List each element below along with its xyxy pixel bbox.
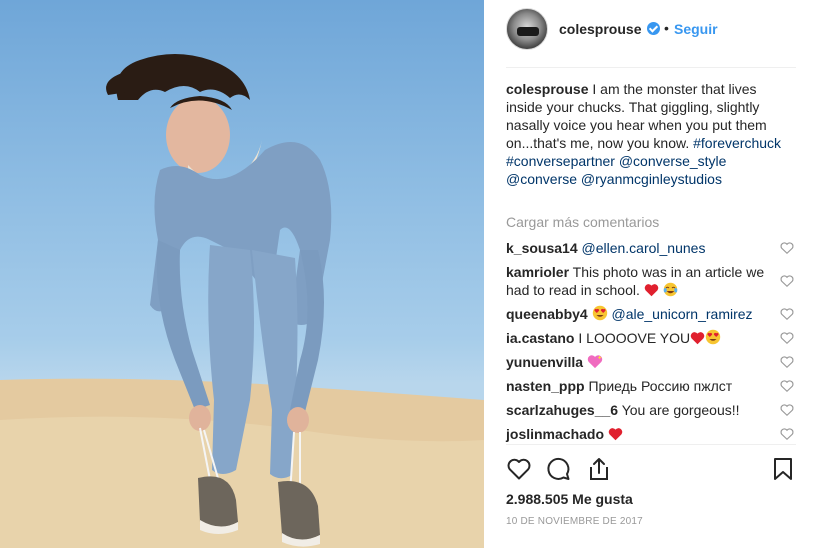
comment-item: yunuenvilla [506, 353, 768, 373]
comment-text: You are gorgeous!! [618, 402, 740, 418]
mention-link[interactable]: @ale_unicorn_ramirez [611, 306, 752, 322]
caption-username[interactable]: colesprouse [506, 81, 588, 97]
comment-like-heart-icon[interactable] [780, 307, 794, 321]
post-caption: colesprouse I am the monster that lives … [506, 80, 796, 188]
mention-link[interactable]: @ellen.carol_nunes [582, 240, 706, 256]
comment-username[interactable]: scarlzahuges__6 [506, 402, 618, 418]
share-icon[interactable] [586, 456, 612, 482]
comment-like-heart-icon[interactable] [780, 403, 794, 417]
header-username[interactable]: colesprouse [559, 21, 641, 37]
comment-text: I LOOOOVE YOU [574, 330, 691, 346]
red-heart-emoji-icon [690, 331, 705, 349]
follow-button[interactable]: Seguir [674, 21, 718, 37]
comment-username[interactable]: ia.castano [506, 330, 574, 346]
heart-eyes-emoji-icon [705, 329, 721, 349]
comment-item: k_sousa14 @ellen.carol_nunes [506, 239, 768, 257]
sparkling-heart-emoji-icon [587, 354, 603, 373]
comment-item: nasten_ppp Приедь Россию пжлст [506, 377, 768, 395]
comment-like-heart-icon[interactable] [780, 331, 794, 345]
comment-icon[interactable] [546, 456, 572, 482]
likes-count[interactable]: 2.988.505 Me gusta [506, 491, 633, 507]
comment-item: kamrioler This photo was in an article w… [506, 263, 768, 301]
actions-divider [506, 444, 796, 445]
comment-username[interactable]: joslinmachado [506, 426, 604, 442]
bookmark-icon[interactable] [770, 456, 796, 482]
comment-username[interactable]: kamrioler [506, 264, 569, 280]
hashtag-link[interactable]: #conversepartner [506, 153, 615, 169]
heart-eyes-emoji-icon [592, 305, 608, 325]
post-header: colesprouse • Seguir [484, 0, 818, 68]
header-divider [506, 67, 796, 68]
comment-like-heart-icon[interactable] [780, 241, 794, 255]
comment-username[interactable]: yunuenvilla [506, 354, 583, 370]
red-heart-emoji-icon [644, 283, 659, 301]
hashtag-link[interactable]: #foreverchuck [693, 135, 781, 151]
comment-like-heart-icon[interactable] [780, 355, 794, 369]
red-heart-emoji-icon [608, 427, 623, 445]
photo-illustration [0, 54, 484, 548]
comment-item: ia.castano I LOOOOVE YOU [506, 329, 768, 349]
comment-like-heart-icon[interactable] [780, 379, 794, 393]
comment-username[interactable]: k_sousa14 [506, 240, 578, 256]
comment-item: queenabby4 @ale_unicorn_ramirez [506, 305, 768, 325]
comment-text: Приедь Россию пжлст [584, 378, 733, 394]
comment-like-heart-icon[interactable] [780, 274, 794, 288]
comment-item: scarlzahuges__6 You are gorgeous!! [506, 401, 768, 419]
comment-like-heart-icon[interactable] [780, 427, 794, 441]
comment-username[interactable]: queenabby4 [506, 306, 588, 322]
separator-dot: • [664, 20, 669, 36]
comment-username[interactable]: nasten_ppp [506, 378, 585, 394]
verified-badge-icon [647, 22, 660, 35]
post-details-pane: colesprouse • Seguir colesprouse I am th… [484, 0, 818, 548]
post-photo[interactable] [0, 0, 484, 548]
mention-link[interactable]: @converse [506, 171, 577, 187]
mention-link[interactable]: @converse_style [619, 153, 727, 169]
post-date[interactable]: 10 DE NOVIEMBRE DE 2017 [506, 516, 643, 527]
comment-item: joslinmachado [506, 425, 768, 445]
like-heart-icon[interactable] [506, 456, 532, 482]
tears-of-joy-emoji-icon [663, 282, 678, 301]
mention-link[interactable]: @ryanmcginleystudios [581, 171, 722, 187]
load-more-comments-button[interactable]: Cargar más comentarios [506, 214, 659, 230]
avatar[interactable] [506, 8, 548, 50]
